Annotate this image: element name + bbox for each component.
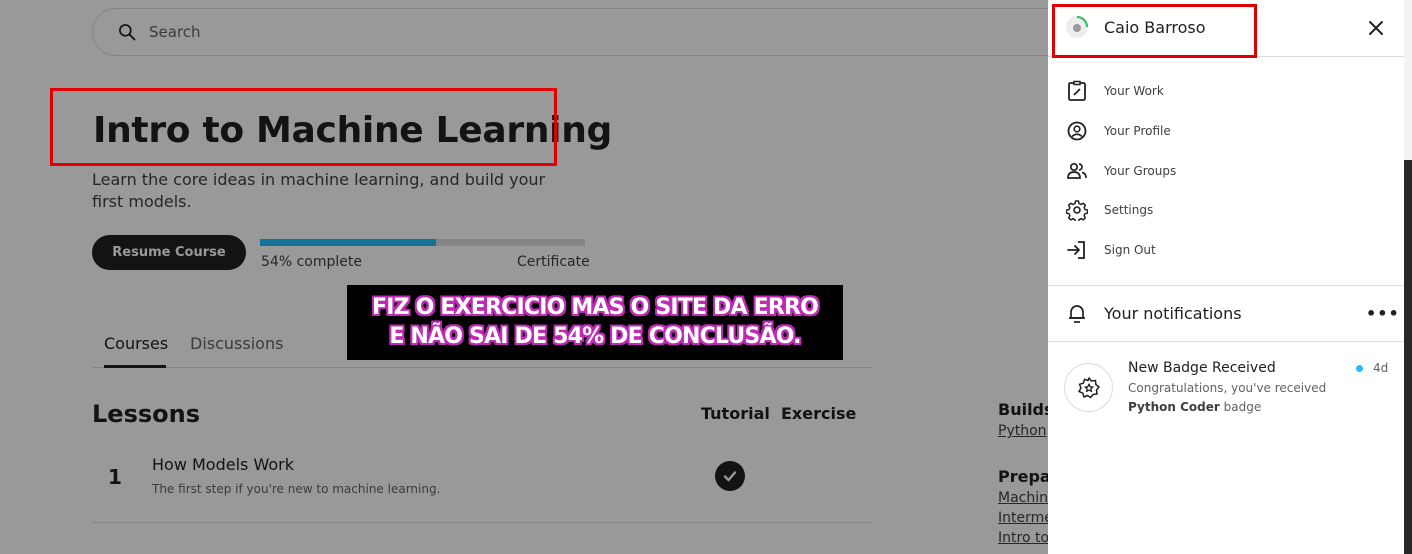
- divider: [1048, 341, 1404, 342]
- menu-item-label: Your Groups: [1104, 164, 1177, 178]
- menu-item-your-groups[interactable]: Your Groups: [1048, 154, 1404, 188]
- badge-name: Python Coder: [1128, 400, 1220, 414]
- badge-suffix: badge: [1223, 400, 1262, 414]
- notification-badge-line: Python Coder badge: [1128, 400, 1261, 414]
- menu-item-label: Your Profile: [1104, 124, 1171, 138]
- more-options-icon[interactable]: •••: [1366, 304, 1400, 323]
- close-icon[interactable]: [1364, 16, 1388, 40]
- groups-icon: [1067, 162, 1087, 179]
- annotation-banner: FIZ O EXERCICIO MAS O SITE DA ERRO E NÃO…: [347, 285, 843, 360]
- menu-item-label: Sign Out: [1104, 243, 1156, 257]
- divider: [1048, 285, 1404, 286]
- menu-item-label: Your Work: [1104, 84, 1164, 98]
- sign-out-icon: [1067, 241, 1085, 259]
- profile-icon: [1067, 121, 1087, 141]
- unread-indicator: [1356, 365, 1363, 372]
- annotation-line: E NÃO SAI DE 54% DE CONCLUSÃO.: [389, 324, 801, 349]
- menu-item-settings[interactable]: Settings: [1048, 193, 1404, 227]
- badge-icon: [1064, 363, 1113, 412]
- notifications-heading: Your notifications: [1104, 304, 1242, 323]
- scrollbar-track: [1404, 0, 1412, 160]
- menu-item-your-profile[interactable]: Your Profile: [1048, 114, 1404, 148]
- bell-icon: [1069, 305, 1085, 323]
- account-drawer: Caio Barroso Your Work Your Profile Your…: [1048, 0, 1404, 554]
- annotation-highlight-username: [1052, 4, 1257, 58]
- menu-item-your-work[interactable]: Your Work: [1048, 74, 1404, 108]
- annotation-highlight-title: [50, 88, 557, 166]
- assignment-icon: [1068, 80, 1086, 101]
- notification-time: 4d: [1373, 361, 1389, 375]
- menu-item-label: Settings: [1104, 203, 1154, 217]
- notification-title: New Badge Received: [1128, 360, 1276, 376]
- annotation-line: FIZ O EXERCICIO MAS O SITE DA ERRO: [371, 295, 819, 320]
- menu-item-sign-out[interactable]: Sign Out: [1048, 233, 1404, 267]
- gear-icon: [1066, 200, 1088, 221]
- notification-body: Congratulations, you've received: [1128, 381, 1327, 395]
